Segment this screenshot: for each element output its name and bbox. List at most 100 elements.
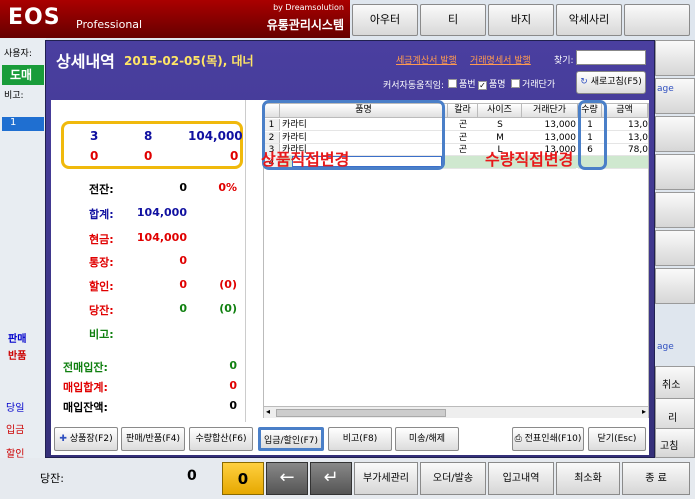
summary-count: 3 (90, 129, 99, 143)
bottom-dangjan-value: 0 (187, 468, 197, 484)
opt-danga-label: 거래단가 (522, 80, 556, 90)
opt-pumbeon-checkbox[interactable]: 품번 (448, 77, 476, 90)
note-button[interactable]: 비고(F8) (328, 427, 392, 451)
category-outer-button[interactable]: 아우터 (352, 4, 418, 36)
right-button-4[interactable] (655, 154, 695, 190)
cursor-auto-label: 커서자동움직임: (383, 81, 444, 91)
field-label: 현금: (89, 233, 114, 246)
summary-return-total: 0 (230, 149, 239, 163)
field-value: 0 (179, 181, 187, 194)
grid-cell-color[interactable]: 곤 (448, 144, 478, 156)
find-label: 찾기: (554, 56, 574, 66)
refresh-button[interactable]: ↻ 새로고침(F5) (576, 71, 646, 94)
user-label: 사용자: (4, 49, 32, 59)
cancel-label: 취소 (662, 380, 681, 391)
scroll-thumb[interactable] (276, 409, 446, 417)
summary-panel: 3 8 104,000 0 0 0 전잔: 0 0% 합계: 104,000 현금: 104… (51, 100, 246, 422)
purchase-label: 매입잔액: (63, 401, 108, 414)
field-label: 당잔: (89, 304, 114, 317)
qty-sum-button[interactable]: 수량합산(F6) (189, 427, 253, 451)
purchase-value: 0 (229, 359, 237, 372)
minimize-button[interactable]: 최소화 (556, 462, 620, 495)
grid-cell-color[interactable]: 곤 (448, 132, 478, 144)
scroll-left-icon[interactable]: ◂ (266, 407, 270, 416)
logo-subtitle: Professional (76, 18, 143, 31)
right-button-7[interactable] (655, 268, 695, 304)
grid-cell-color[interactable]: 곤 (448, 119, 478, 131)
payment-discount-button[interactable]: 입금/할인(F7) (258, 427, 324, 451)
print-button[interactable]: ⎙ 전표인쇄(F10) (512, 427, 584, 451)
opt-pumyeong-checkbox[interactable]: ✓ 품명 (478, 77, 506, 90)
horizontal-scrollbar[interactable]: ◂ ▸ (264, 406, 648, 418)
left-arrow-icon: ← (279, 467, 295, 488)
grid-cell-size[interactable]: S (478, 119, 522, 131)
summary-box: 3 8 104,000 0 0 0 (61, 121, 243, 169)
grid-cell-price[interactable]: 13,000 (522, 132, 576, 144)
ri-label: 리 (668, 413, 678, 424)
find-input[interactable] (576, 50, 646, 65)
order-ship-button[interactable]: 오더/발송 (420, 462, 486, 495)
category-blank-button[interactable] (624, 4, 690, 36)
field-extra: 0% (218, 181, 237, 194)
vat-button[interactable]: 부가세관리 (354, 462, 418, 495)
field-label: 전잔: (89, 183, 114, 196)
list-row-1[interactable]: 1 (2, 117, 44, 131)
statement-link[interactable]: 거래명세서 발행 (470, 53, 531, 66)
vendor-label: by Dreamsolution (273, 3, 344, 12)
grid-header-amount[interactable]: 금액 (602, 104, 648, 118)
qty-highlight-box (578, 100, 607, 170)
misong-button[interactable]: 미송/해제 (395, 427, 459, 451)
category-tee-button[interactable]: 티 (420, 4, 486, 36)
field-value: 0 (179, 302, 187, 315)
scroll-right-icon[interactable]: ▸ (642, 407, 646, 416)
purchase-value: 0 (229, 399, 237, 412)
grid-header-size[interactable]: 사이즈 (478, 104, 522, 118)
modal-title: 상세내역 (56, 52, 115, 71)
category-accessory-button[interactable]: 악세사리 (556, 4, 622, 36)
product-button[interactable]: ✚ 상품장(F2) (54, 427, 118, 451)
refresh-label: 새로고침(F5) (590, 77, 642, 87)
refresh-icon: ↻ (580, 77, 588, 87)
annotation-qty-change: 수량직접변경 (485, 150, 574, 169)
logo: EOS (8, 5, 61, 30)
category-pants-button[interactable]: 바지 (488, 4, 554, 36)
top-bar: EOS Professional by Dreamsolution 유통관리시스… (0, 0, 350, 38)
grid-cell-amount[interactable]: 13,0 (602, 132, 648, 144)
yellow-balance-button[interactable]: 0 (222, 462, 264, 495)
grid-header-color[interactable]: 칼라 (448, 104, 478, 118)
back-arrow-button[interactable]: ← (266, 462, 308, 495)
field-label: 통장: (89, 256, 114, 269)
right-cancel-button[interactable]: 취소 (655, 366, 695, 402)
opt-danga-checkbox[interactable]: 거래단가 (511, 77, 555, 90)
right-button-5[interactable] (655, 192, 695, 228)
checkbox-checked-icon: ✓ (478, 81, 487, 90)
summary-total: 104,000 (188, 129, 243, 143)
close-button[interactable]: 닫기(Esc) (588, 427, 646, 451)
summary-return-count: 0 (90, 149, 99, 163)
checkbox-unchecked-icon (511, 79, 520, 88)
bigo-label: 비고: (4, 91, 24, 101)
exit-button[interactable]: 종 료 (622, 462, 690, 495)
grid-header-price[interactable]: 거래단가 (522, 104, 578, 118)
opt-pumbeon-label: 품번 (459, 80, 476, 90)
summary-qty: 8 (144, 129, 153, 143)
receive-history-button[interactable]: 입고내역 (488, 462, 554, 495)
right-button-6[interactable] (655, 230, 695, 266)
tax-invoice-link[interactable]: 세금계산서 발행 (396, 53, 457, 66)
checkbox-unchecked-icon (448, 79, 457, 88)
grid-cell-amount[interactable]: 13,0 (602, 119, 648, 131)
printer-icon: ⎙ (514, 434, 522, 444)
right-button-3[interactable] (655, 116, 695, 152)
sales-return-button[interactable]: 판매/반품(F4) (121, 427, 185, 451)
grid-cell-color[interactable] (448, 157, 478, 169)
panmae-label: 판매 (8, 334, 27, 345)
grid-cell-price[interactable]: 13,000 (522, 119, 576, 131)
grid-cell-amount[interactable]: 78,0 (602, 144, 648, 156)
grid-cell-size[interactable]: M (478, 132, 522, 144)
right-age-label-2: age (657, 342, 674, 352)
grid-cell-amount[interactable] (602, 157, 648, 169)
right-button-1[interactable] (655, 40, 695, 76)
right-refresh-button[interactable]: 고침 (655, 428, 695, 458)
enter-arrow-button[interactable]: ↵ (310, 462, 352, 495)
dome-tab[interactable]: 도매 (2, 65, 44, 85)
